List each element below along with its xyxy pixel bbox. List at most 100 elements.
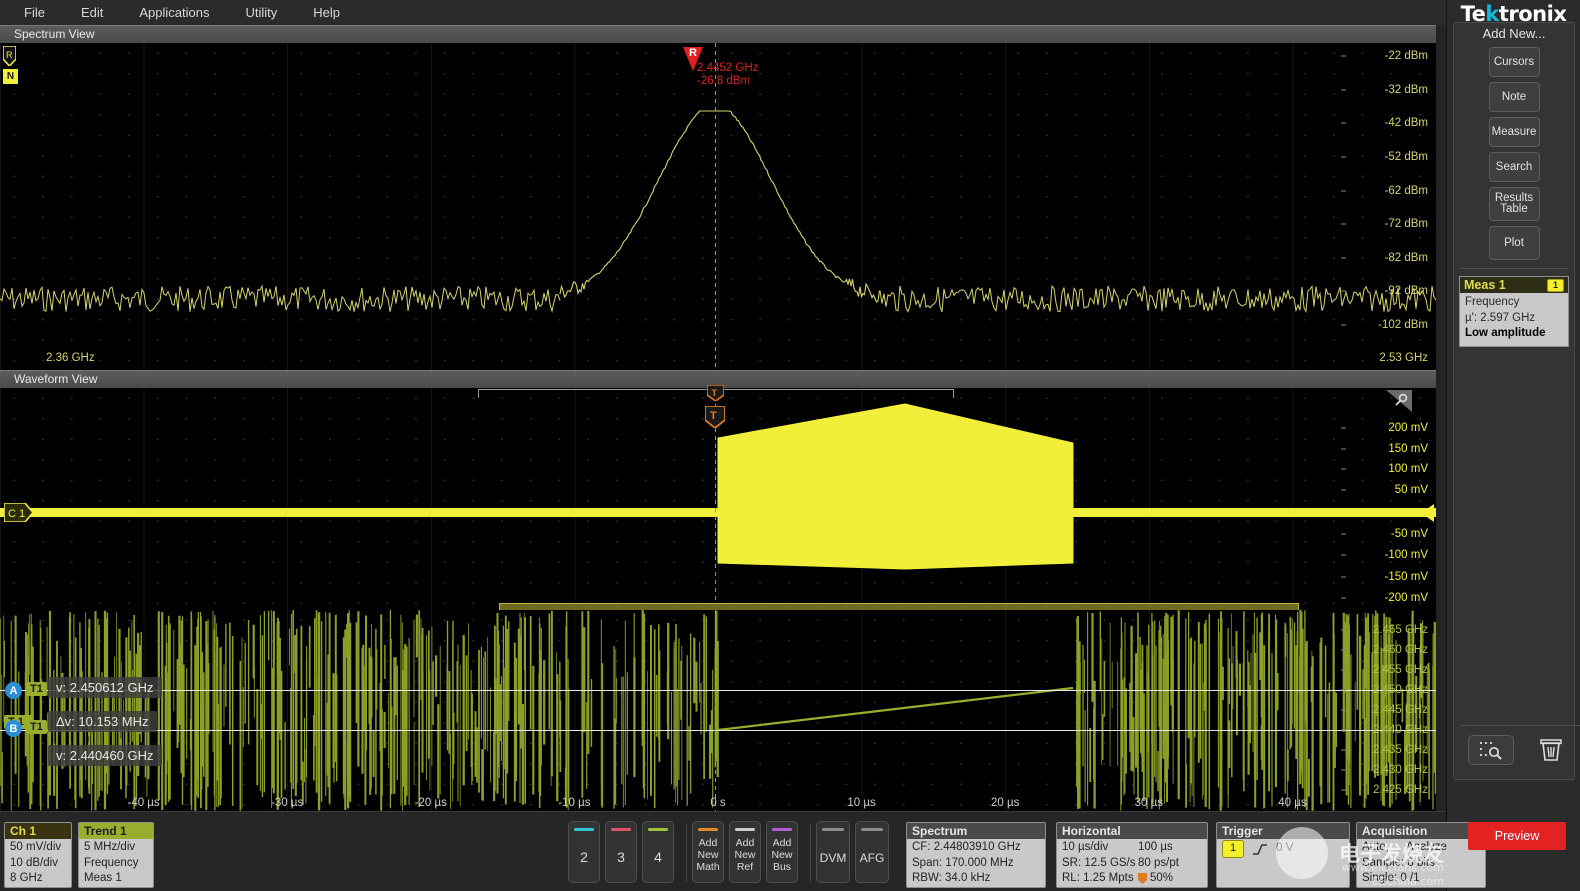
add-cursors-button[interactable]: Cursors — [1488, 47, 1540, 77]
spectrum-settings-badge[interactable]: Spectrum CF: 2.44803910 GHz Span: 170.00… — [906, 822, 1046, 888]
channel-2-button[interactable]: 2 — [568, 821, 600, 883]
channel-3-button[interactable]: 3 — [605, 821, 637, 883]
add-search-button[interactable]: Search — [1488, 152, 1540, 182]
trend-x-label: -20 µs — [414, 797, 447, 809]
axis-tick — [1341, 448, 1346, 450]
cursor-b-line[interactable] — [0, 730, 1436, 731]
axis-tick — [1341, 156, 1346, 158]
menu-item-applications[interactable]: Applications — [121, 2, 227, 23]
marker-r-label: R — [689, 47, 697, 59]
spectrum-badge-body: CF: 2.44803910 GHz Span: 170.000 MHz RBW… — [907, 839, 1045, 890]
add-new-button-grid: Cursors Note Measure Search Results Tabl… — [1454, 47, 1574, 260]
channel-1-marker[interactable]: C 1 — [3, 502, 35, 523]
axis-tick — [1341, 709, 1346, 711]
menu-item-file[interactable]: File — [6, 2, 63, 23]
axis-tick — [1341, 290, 1346, 292]
watermark-logo — [1276, 827, 1328, 879]
trend-x-label: 0 s — [710, 797, 726, 809]
rising-edge-icon — [1253, 844, 1268, 855]
axis-tick — [1341, 122, 1346, 124]
axis-tick — [1341, 190, 1346, 191]
add-new-ref-button[interactable]: Add New Ref — [729, 821, 761, 883]
spectrum-rbw: RBW: 34.0 kHz — [912, 872, 991, 884]
add-new-math-label: Add New Math — [696, 837, 720, 873]
bottom-divider-2 — [810, 824, 811, 882]
right-side-panel: Tektronix Add New... Cursors Note Measur… — [1446, 0, 1580, 891]
add-note-button[interactable]: Note — [1488, 82, 1540, 112]
waveform-zoom-range-bar[interactable] — [499, 603, 1299, 610]
bottom-divider-1 — [686, 824, 687, 882]
menu-item-utility[interactable]: Utility — [227, 2, 295, 23]
add-results-table-button[interactable]: Results Table — [1488, 187, 1540, 221]
horizontal-settings-badge[interactable]: Horizontal 10 µs/div 100 µs SR: 12.5 GS/s… — [1056, 822, 1208, 888]
channel-4-button[interactable]: 4 — [642, 821, 674, 883]
axis-tick — [1341, 533, 1346, 535]
add-new-math-button[interactable]: Add New Math — [692, 821, 724, 883]
measurement-badge-meas1[interactable]: Meas 1 1 Frequency µ': 2.597 GHz Low amp… — [1459, 276, 1569, 347]
axis-label: 2.450 GHz — [1373, 684, 1428, 696]
cursor-b-source-tag[interactable]: T1 — [26, 720, 47, 734]
spectrum-view-titlebar[interactable]: Spectrum View — [0, 25, 1436, 43]
zoom-area-button[interactable] — [1468, 734, 1514, 765]
trend-1-source: Meas 1 — [84, 872, 122, 884]
menu-item-help[interactable]: Help — [295, 2, 358, 23]
acquisition-settings-badge[interactable]: Acquisition Auto, Analyze Sample: 8 bits … — [1356, 822, 1486, 888]
cursor-a-line[interactable] — [0, 690, 1436, 691]
axis-label: -102 dBm — [1378, 319, 1428, 331]
axis-tick — [1341, 789, 1346, 791]
channel-1-badge[interactable]: Ch 1 50 mV/div 10 dB/div 8 GHz — [4, 822, 72, 888]
channel-2-label: 2 — [580, 849, 588, 865]
axis-label: 200 mV — [1388, 422, 1428, 434]
delete-button[interactable] — [1528, 735, 1574, 765]
axis-tick — [1341, 223, 1346, 225]
axis-label: 2.440 GHz — [1373, 724, 1428, 736]
trend-1-measurement-type: Frequency — [84, 856, 139, 869]
axis-label: -52 dBm — [1384, 150, 1428, 163]
measurement-value: µ': 2.597 GHz — [1465, 311, 1536, 324]
cursor-a-badge[interactable]: A — [5, 682, 22, 699]
trigger-level-marker[interactable]: T — [704, 405, 726, 430]
trend-trigger-line — [715, 610, 716, 811]
add-new-bus-button[interactable]: Add New Bus — [766, 821, 798, 883]
panel-divider — [1460, 268, 1568, 269]
cursor-a-source-tag[interactable]: T1 — [26, 682, 47, 696]
axis-label: 2.430 GHz — [1373, 764, 1428, 776]
preview-button[interactable]: Preview — [1468, 822, 1566, 850]
cursor-b-badge[interactable]: B — [5, 720, 22, 737]
waveform-view-title: Waveform View — [14, 372, 98, 386]
add-measure-button[interactable]: Measure — [1488, 117, 1540, 147]
horizontal-trigger-position: 50% — [1150, 872, 1174, 884]
menu-item-edit[interactable]: Edit — [63, 2, 121, 23]
channel-1-badge-body: 50 mV/div 10 dB/div 8 GHz — [5, 839, 71, 890]
afg-button[interactable]: AFG — [855, 821, 889, 883]
axis-label: -92 dBm — [1384, 285, 1428, 298]
measurement-type: Frequency — [1465, 296, 1520, 308]
trend-1-badge-title: Trend 1 — [79, 823, 153, 839]
trend-y-axis: 2.465 GHz 2.460 GHz 2.455 GHz 2.450 GHz 2.44… — [1340, 610, 1432, 811]
trend-x-label: 30 µs — [1134, 797, 1163, 809]
waveform-zoom-icon[interactable] — [1386, 390, 1412, 412]
trend-plot[interactable]: v: 2.450612 GHz Δv: 10.153 MHz v: 2.4404… — [0, 610, 1436, 811]
axis-tick — [1341, 427, 1346, 429]
trend-1-scale: 5 MHz/div — [84, 841, 136, 853]
axis-label: -100 mV — [1384, 549, 1428, 562]
measurement-source-chip: 1 — [1546, 278, 1564, 292]
horizontal-badge-body: 10 µs/div 100 µs SR: 12.5 GS/s 80 ps/pt RL… — [1057, 839, 1207, 890]
add-plot-button[interactable]: Plot — [1488, 226, 1540, 260]
measurement-status: Low amplitude — [1465, 327, 1546, 339]
axis-tick — [1341, 729, 1346, 731]
dvm-button[interactable]: DVM — [816, 821, 850, 883]
trigger-position-marker-top[interactable]: T — [706, 384, 725, 402]
trend-1-badge[interactable]: Trend 1 5 MHz/div Frequency Meas 1 — [78, 822, 154, 888]
spectrum-reference-marker[interactable]: R — [2, 45, 17, 68]
dvm-label: DVM — [819, 851, 847, 865]
marker-r-amplitude: -26.8 dBm — [697, 75, 751, 87]
spectrum-plot[interactable]: R 2.4452 GHz -26.8 dBm R N -22 dBm -32 dB… — [0, 43, 1436, 370]
channel-4-label: 4 — [654, 849, 662, 865]
axis-label: -150 mV — [1384, 570, 1428, 583]
spectrum-noise-marker[interactable]: N — [3, 69, 18, 84]
svg-text:R: R — [6, 50, 13, 60]
channel-1-vertical-scale: 50 mV/div — [10, 841, 62, 853]
trend-x-label: -10 µs — [558, 797, 591, 809]
cursor-b-readout: v: 2.440460 GHz — [48, 745, 162, 766]
